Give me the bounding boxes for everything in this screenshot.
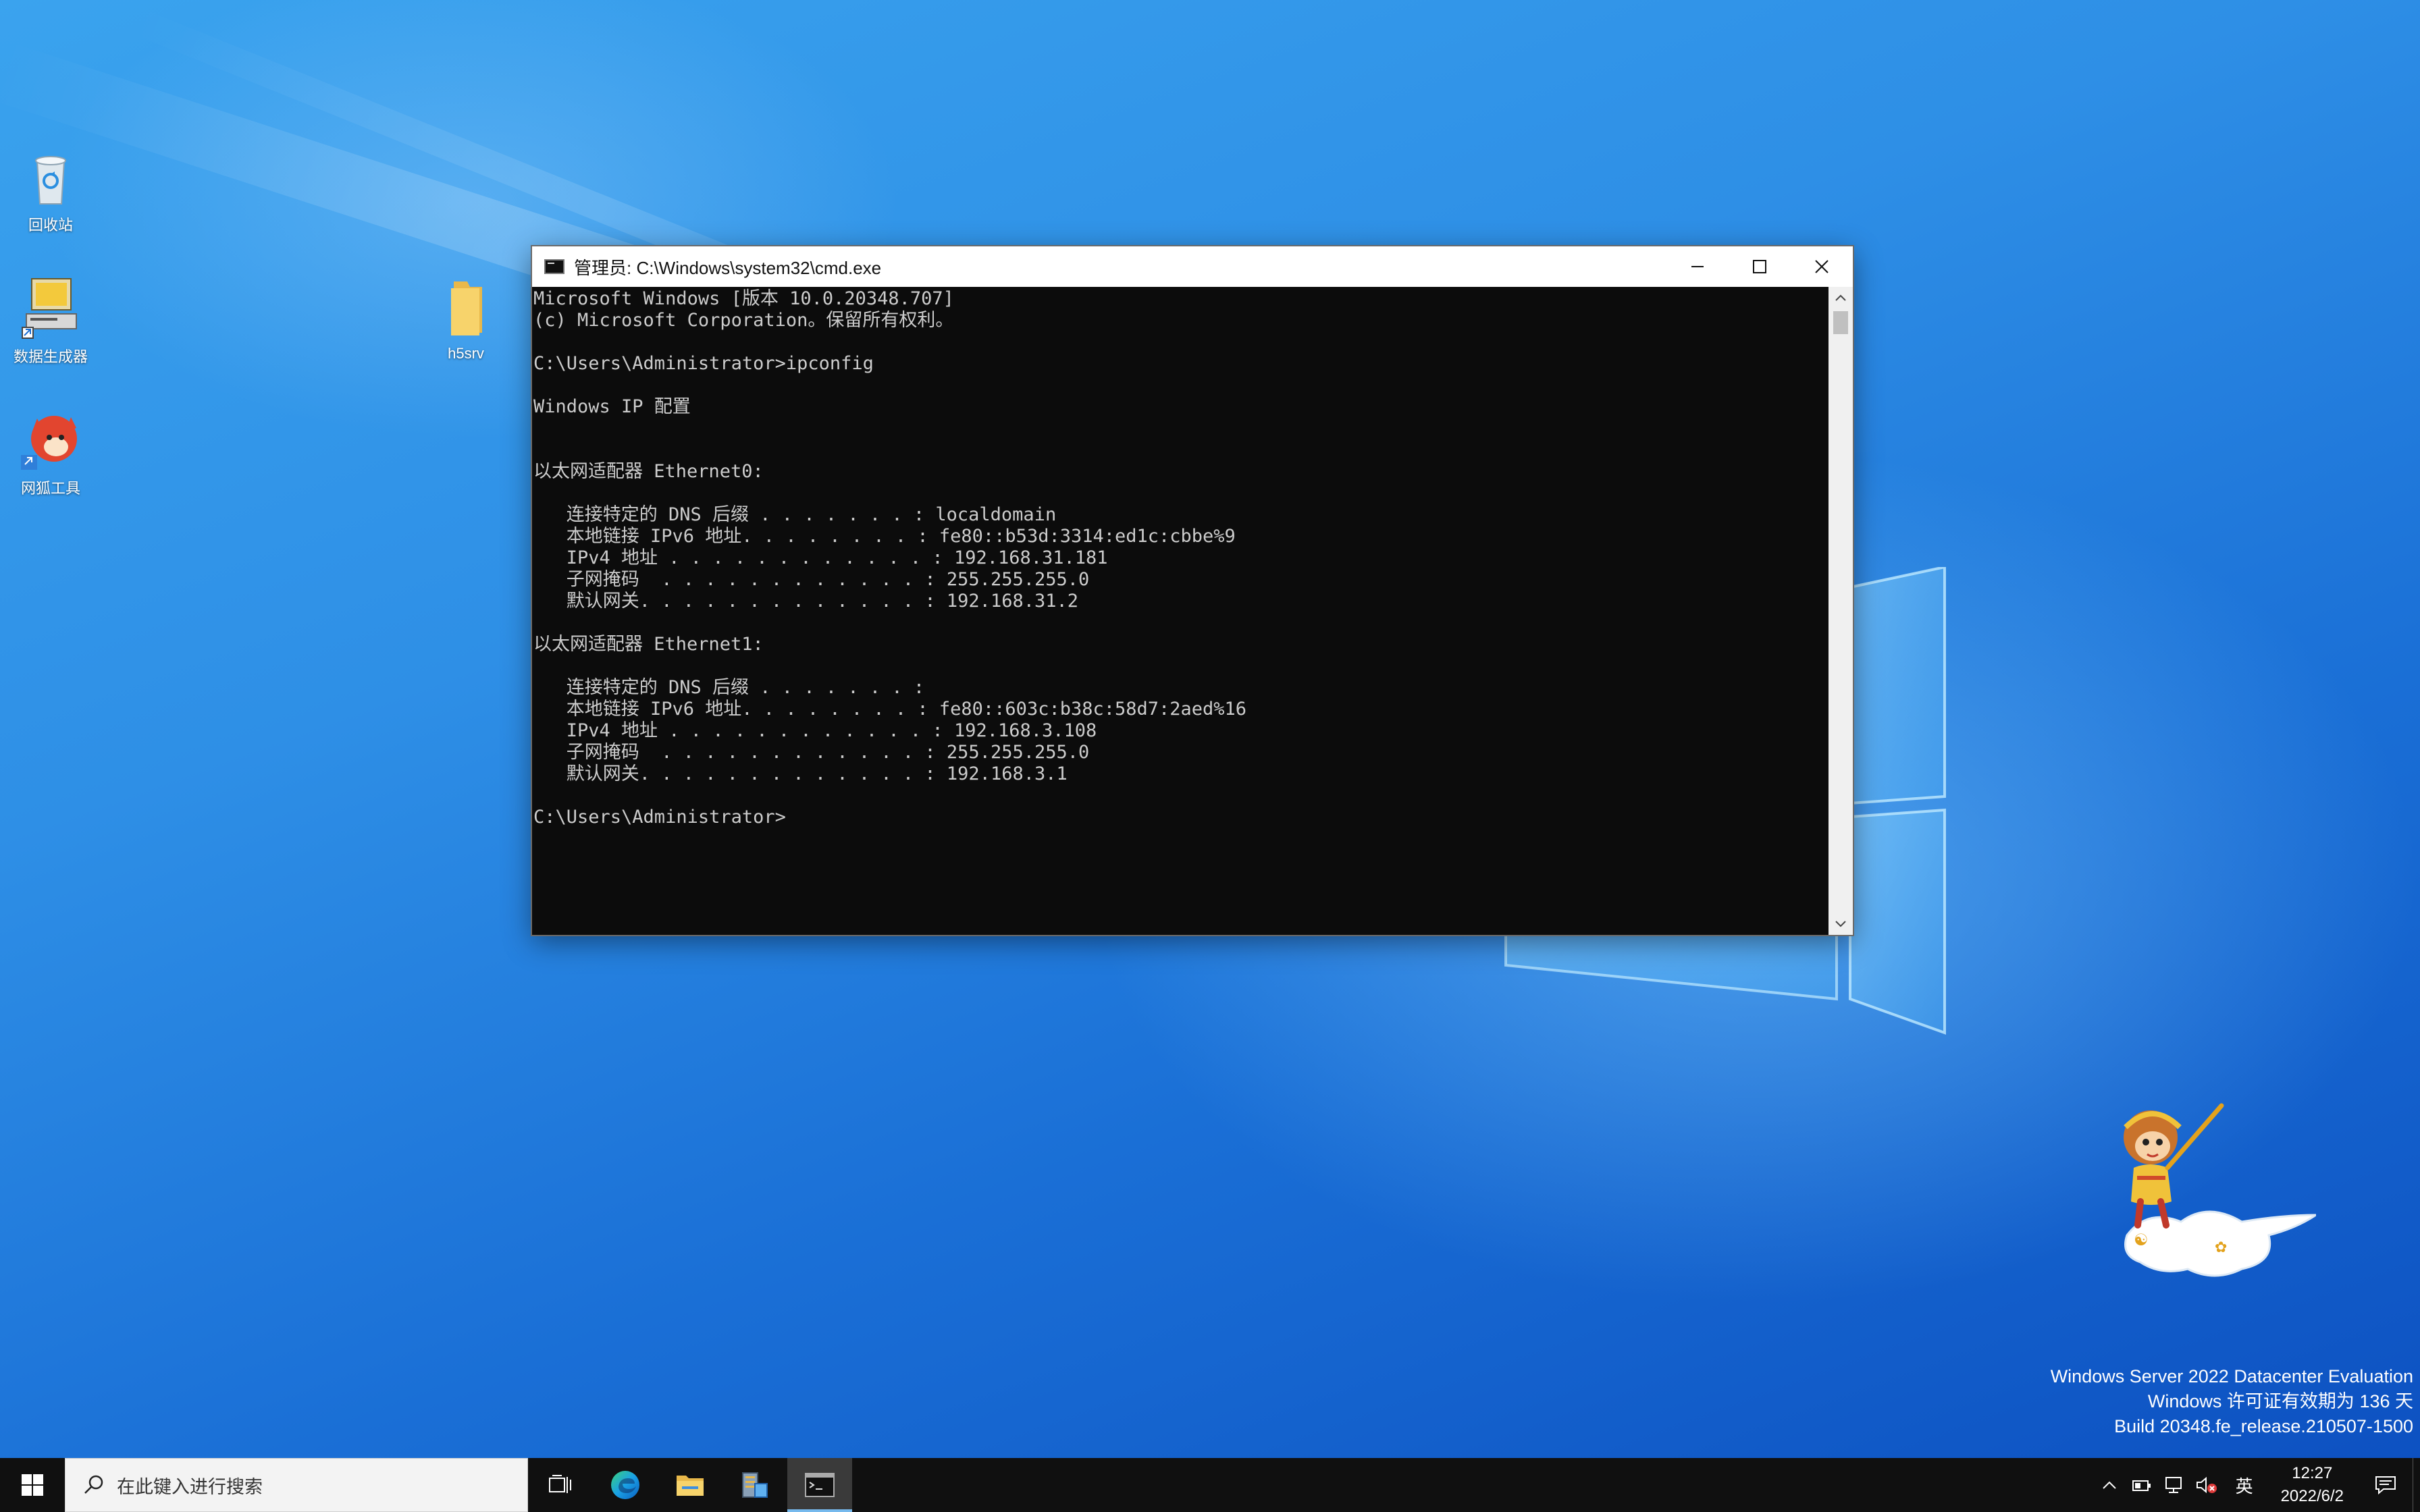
window-titlebar[interactable]: 管理员: C:\Windows\system32\cmd.exe <box>532 246 1853 287</box>
edition-watermark: Windows Server 2022 Datacenter Evaluatio… <box>2051 1364 2413 1439</box>
chevron-down-icon <box>1835 921 1846 927</box>
taskbar-edge[interactable] <box>593 1458 658 1512</box>
console-line: 以太网适配器 Ethernet1: <box>533 634 764 655</box>
edge-icon <box>611 1471 639 1499</box>
scrollbar-thumb[interactable] <box>1833 311 1848 334</box>
watermark-build: Build 20348.fe_release.210507-1500 <box>2114 1416 2413 1436</box>
desktop-icon-data-generator[interactable]: 数据生成器 <box>0 273 101 367</box>
tray-battery-button[interactable] <box>2126 1458 2158 1512</box>
console-line: 连接特定的 DNS 后缀 . . . . . . . : localdomain <box>533 504 1057 525</box>
system-tray: 英 12:27 2022/6/2 <box>2093 1458 2420 1512</box>
watermark-edition: Windows Server 2022 Datacenter Evaluatio… <box>2050 1366 2413 1386</box>
search-icon <box>84 1475 103 1494</box>
console-output[interactable]: Microsoft Windows [版本 10.0.20348.707] (c)… <box>532 287 1829 935</box>
console-line: 本地链接 IPv6 地址. . . . . . . . : fe80::b53d… <box>533 526 1236 547</box>
cmd-icon <box>805 1473 835 1497</box>
battery-icon <box>2132 1480 2151 1491</box>
console-line: Windows IP 配置 <box>533 396 691 417</box>
maximize-icon <box>1753 260 1766 273</box>
console-line: IPv4 地址 . . . . . . . . . . . . : 192.16… <box>533 720 1097 741</box>
volume-muted-icon <box>2196 1476 2217 1494</box>
taskbar-task-view[interactable] <box>528 1458 593 1512</box>
console-line: 本地链接 IPv6 地址. . . . . . . . : fe80::603c… <box>533 699 1247 720</box>
chevron-up-icon <box>1835 294 1846 301</box>
scroll-up-button[interactable] <box>1829 287 1853 308</box>
taskbar: 在此键入进行搜索 英 12:27 2022/6/2 <box>0 1458 2420 1512</box>
taskbar-cmd[interactable] <box>787 1458 852 1512</box>
recycle-bin-icon <box>17 142 84 209</box>
notification-icon <box>2375 1476 2396 1495</box>
desktop-icon-label: h5srv <box>448 345 484 362</box>
close-button[interactable] <box>1791 246 1853 287</box>
folder-icon <box>432 273 500 341</box>
show-desktop-button[interactable] <box>2413 1458 2420 1512</box>
file-explorer-icon <box>677 1476 704 1496</box>
network-icon <box>2165 1477 2182 1493</box>
desktop-icon-fox-tool[interactable]: 网狐工具 <box>0 405 101 498</box>
console-line: Microsoft Windows [版本 10.0.20348.707] <box>533 288 954 309</box>
svg-text:☯: ☯ <box>2134 1231 2149 1249</box>
console-line: 子网掩码 . . . . . . . . . . . . : 255.255.2… <box>533 742 1090 763</box>
windows-start-icon <box>22 1474 43 1496</box>
minimize-icon <box>1691 266 1704 267</box>
desktop-icon-label: 回收站 <box>28 217 73 234</box>
desktop-icon-label: 数据生成器 <box>13 348 88 365</box>
notification-center-button[interactable] <box>2359 1458 2413 1512</box>
watermark-license: Windows 许可证有效期为 136 天 <box>2147 1391 2413 1411</box>
console-line: C:\Users\Administrator>ipconfig <box>533 353 874 374</box>
tray-volume-button[interactable] <box>2190 1458 2223 1512</box>
start-button[interactable] <box>0 1458 65 1512</box>
maximize-button[interactable] <box>1729 246 1791 287</box>
console-line: 默认网关. . . . . . . . . . . . . : 192.168.… <box>533 591 1078 612</box>
minimize-button[interactable] <box>1666 246 1729 287</box>
server-manager-icon <box>742 1472 768 1498</box>
console-line: 默认网关. . . . . . . . . . . . . : 192.168.… <box>533 763 1068 784</box>
cmd-window[interactable]: 管理员: C:\Windows\system32\cmd.exe Microso… <box>532 246 1853 935</box>
console-line: 子网掩码 . . . . . . . . . . . . : 255.255.2… <box>533 569 1090 590</box>
taskbar-search-box[interactable]: 在此键入进行搜索 <box>65 1458 528 1512</box>
monkey-mascot-image[interactable]: ☯ ✿ <box>2113 1100 2316 1289</box>
close-icon <box>1815 260 1829 273</box>
tray-overflow-button[interactable] <box>2093 1458 2126 1512</box>
scroll-down-button[interactable] <box>1829 913 1853 935</box>
window-title: 管理员: C:\Windows\system32\cmd.exe <box>574 257 882 278</box>
tray-network-button[interactable] <box>2158 1458 2190 1512</box>
tray-ime-indicator[interactable]: 英 <box>2223 1458 2266 1512</box>
desktop-icon-h5srv[interactable]: h5srv <box>415 273 517 362</box>
console-line: C:\Users\Administrator> <box>533 807 786 828</box>
data-generator-icon <box>17 273 84 341</box>
cmd-icon <box>544 259 564 274</box>
clock-date: 2022/6/2 <box>2280 1487 2344 1505</box>
console-scrollbar[interactable] <box>1829 287 1853 935</box>
desktop-icon-recycle-bin[interactable]: 回收站 <box>0 142 101 235</box>
taskbar-file-explorer[interactable] <box>658 1458 722 1512</box>
desktop[interactable]: 回收站 数据生成器 网狐工具 h5srv ☯ ✿ 管理员: C:\Windows… <box>0 0 2420 1512</box>
chevron-up-icon <box>2102 1481 2116 1489</box>
svg-text:✿: ✿ <box>2215 1239 2227 1256</box>
clock-time: 12:27 <box>2292 1464 2333 1482</box>
fox-tool-icon <box>17 405 84 473</box>
console-line: 以太网适配器 Ethernet0: <box>533 461 764 482</box>
console-line: (c) Microsoft Corporation。保留所有权利。 <box>533 310 954 331</box>
console-line: IPv4 地址 . . . . . . . . . . . . : 192.16… <box>533 547 1108 568</box>
taskbar-clock[interactable]: 12:27 2022/6/2 <box>2266 1462 2359 1508</box>
desktop-icon-label: 网狐工具 <box>20 480 80 497</box>
task-view-icon <box>549 1475 571 1493</box>
search-placeholder: 在此键入进行搜索 <box>117 1476 263 1497</box>
console-line: 连接特定的 DNS 后缀 . . . . . . . : <box>533 677 925 698</box>
taskbar-server-manager[interactable] <box>722 1458 787 1512</box>
